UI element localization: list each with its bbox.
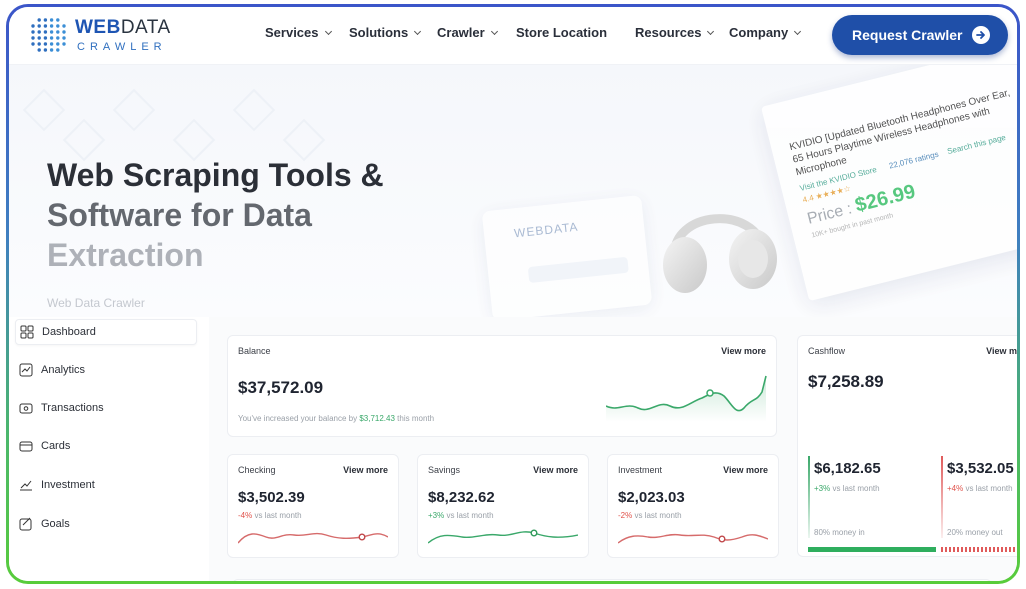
- sidebar-item-investment[interactable]: Investment: [15, 472, 197, 498]
- hero-title-line3: Extraction: [47, 237, 204, 273]
- wallet-icon: [19, 403, 33, 414]
- checking-sparkline: [238, 532, 388, 544]
- savings-label: Savings: [428, 465, 461, 475]
- money-out-change: +4% vs last month: [947, 484, 1013, 493]
- savings-amount: $8,232.62: [428, 489, 495, 506]
- balance-sparkline: [606, 375, 767, 422]
- sidebar-label: Investment: [41, 479, 95, 491]
- balance-view-more[interactable]: View more: [721, 346, 766, 356]
- bottom-card: [232, 579, 992, 581]
- sidebar-label: Analytics: [41, 364, 86, 376]
- hero-title: Web Scraping Tools & Software for Data E…: [47, 155, 447, 275]
- money-in-rule: [808, 456, 810, 538]
- request-crawler-button[interactable]: Request Crawler: [832, 15, 1008, 55]
- hero-title-line2: Software for Data: [47, 197, 312, 233]
- mock-browser-search-bar: [527, 256, 629, 284]
- money-out-column: $3,532.05 +4% vs last month 20% money ou…: [941, 456, 1017, 552]
- dashboard-sidebar: Dashboard Analytics Transactions Cards I…: [9, 317, 209, 581]
- investment-card: Investment View more $2,023.03 -2% vs la…: [607, 454, 779, 558]
- investment-amount: $2,023.03: [618, 489, 685, 506]
- sidebar-label: Dashboard: [42, 326, 96, 338]
- investment-sparkline: [618, 533, 768, 544]
- checking-change: -4% vs last month: [238, 511, 302, 520]
- hex-decoration: [22, 88, 66, 132]
- chevron-down-icon: [490, 27, 498, 35]
- sidebar-item-goals[interactable]: Goals: [15, 511, 197, 537]
- savings-card: Savings View more $8,232.62 +3% vs last …: [417, 454, 589, 558]
- grid-icon: [20, 325, 34, 339]
- money-in-amount: $6,182.65: [814, 460, 881, 477]
- cashflow-view-more[interactable]: View more: [986, 346, 1017, 356]
- price-value: $26.99: [852, 180, 918, 217]
- sidebar-label: Cards: [41, 440, 71, 452]
- site-header: WEBDATA CRAWLER Services Solutions Crawl…: [9, 7, 1017, 65]
- brand-logo[interactable]: WEBDATA CRAWLER: [27, 14, 187, 58]
- money-in-column: $6,182.65 +3% vs last month 80% money in: [808, 456, 936, 552]
- brand-name: WEBDATA: [75, 17, 171, 38]
- goal-icon: [19, 517, 32, 531]
- logo-dots-icon: [31, 18, 66, 52]
- savings-sparkline: [428, 529, 578, 544]
- chevron-down-icon: [707, 27, 715, 35]
- hero-title-line1: Web Scraping Tools &: [47, 157, 384, 193]
- screenshot-frame: Web Scraping Tools & Software for Data E…: [6, 4, 1020, 584]
- hex-decoration: [232, 88, 276, 132]
- headphones-image: [663, 214, 777, 293]
- sidebar-item-dashboard[interactable]: Dashboard: [15, 319, 197, 345]
- balance-amount: $37,572.09: [238, 378, 324, 397]
- money-out-rule: [941, 456, 943, 538]
- brand-subtitle: CRAWLER: [77, 41, 167, 53]
- balance-increase: $3,712.43: [359, 414, 395, 423]
- investment-view-more[interactable]: View more: [723, 465, 768, 475]
- money-out-caption: 20% money out: [947, 528, 1003, 537]
- checking-amount: $3,502.39: [238, 489, 305, 506]
- money-out-amount: $3,532.05: [947, 460, 1014, 477]
- balance-label: Balance: [238, 346, 271, 356]
- mock-browser-logo: WEBDATA: [513, 219, 580, 241]
- investment-label: Investment: [618, 465, 663, 475]
- nav-resources[interactable]: Resources: [635, 25, 715, 40]
- mock-browser-window: WEBDATA: [481, 194, 653, 322]
- nav-services[interactable]: Services: [265, 25, 332, 40]
- arrow-right-icon: [972, 26, 991, 44]
- savings-view-more[interactable]: View more: [533, 465, 578, 475]
- investment-change: -2% vs last month: [618, 511, 682, 520]
- checking-card: Checking View more $3,502.39 -4% vs last…: [227, 454, 399, 558]
- sidebar-label: Goals: [41, 518, 70, 530]
- credit-card-icon: [19, 441, 33, 452]
- trending-icon: [20, 480, 32, 491]
- hero-subtitle: Web Data Crawler: [47, 296, 145, 310]
- money-out-bar: [941, 547, 1017, 552]
- chevron-down-icon: [324, 27, 332, 35]
- cashflow-card: Cashflow View more $7,258.89 $6,182.65 +…: [797, 335, 1017, 557]
- money-in-bar: [808, 547, 936, 552]
- nav-solutions[interactable]: Solutions: [349, 25, 422, 40]
- sidebar-label: Transactions: [41, 402, 104, 414]
- dashboard-main: Balance View more $37,572.09 You've incr…: [209, 317, 1017, 581]
- sidebar-item-analytics[interactable]: Analytics: [15, 357, 197, 383]
- balance-note: You've increased your balance by $3,712.…: [238, 414, 435, 423]
- money-in-caption: 80% money in: [814, 528, 865, 537]
- balance-card: Balance View more $37,572.09 You've incr…: [227, 335, 777, 437]
- nav-store-location[interactable]: Store Location: [516, 25, 607, 40]
- sidebar-item-transactions[interactable]: Transactions: [15, 395, 197, 421]
- request-crawler-label: Request Crawler: [852, 27, 963, 43]
- hex-decoration: [112, 88, 156, 132]
- nav-crawler[interactable]: Crawler: [437, 25, 498, 40]
- cashflow-label: Cashflow: [808, 346, 846, 356]
- chart-line-icon: [19, 363, 33, 377]
- savings-change: +3% vs last month: [428, 511, 494, 520]
- sidebar-item-cards[interactable]: Cards: [15, 433, 197, 459]
- cashflow-amount: $7,258.89: [808, 372, 884, 391]
- checking-label: Checking: [238, 465, 276, 475]
- checking-view-more[interactable]: View more: [343, 465, 388, 475]
- nav-company[interactable]: Company: [729, 25, 802, 40]
- money-in-change: +3% vs last month: [814, 484, 880, 493]
- chevron-down-icon: [414, 27, 422, 35]
- chevron-down-icon: [794, 27, 802, 35]
